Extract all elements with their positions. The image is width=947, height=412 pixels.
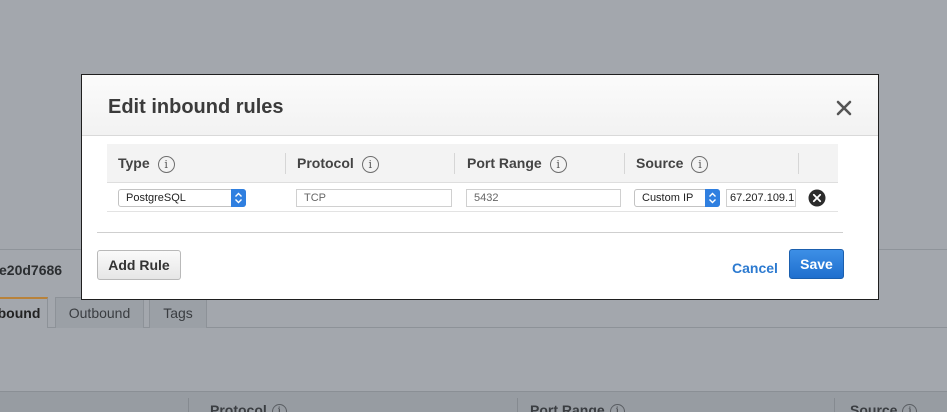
bg-column-source-label: Source xyxy=(850,402,898,412)
column-separator xyxy=(188,398,189,412)
info-icon[interactable]: i xyxy=(549,156,567,173)
info-icon[interactable]: i xyxy=(691,156,709,173)
tab-inbound[interactable]: bound xyxy=(0,297,48,328)
source-type-select[interactable]: Custom IP xyxy=(634,189,720,207)
background-tabs: bound Outbound Tags xyxy=(0,297,947,328)
column-protocol-label: Protocol xyxy=(297,155,354,171)
info-icon[interactable]: i xyxy=(609,404,625,412)
column-source: Source i xyxy=(636,144,709,183)
info-icon[interactable]: i xyxy=(361,156,379,173)
dialog-header: Edit inbound rules xyxy=(82,75,878,136)
column-separator xyxy=(624,153,625,174)
column-port-range-label: Port Range xyxy=(467,155,542,171)
column-port-range: Port Range i xyxy=(467,144,567,183)
security-group-id: e20d7686 xyxy=(0,262,63,278)
bg-column-protocol: Protocol i xyxy=(210,402,287,412)
bg-column-source: Source i xyxy=(850,402,918,412)
rules-table-header: Type i Protocol i Port Range i Source i xyxy=(107,144,838,183)
remove-rule-icon[interactable] xyxy=(808,189,826,207)
close-icon[interactable] xyxy=(832,96,856,120)
column-separator xyxy=(798,153,799,174)
bg-column-port-range: Port Range i xyxy=(530,402,625,412)
column-source-label: Source xyxy=(636,155,684,171)
edit-inbound-rules-dialog: Edit inbound rules Type i Protocol i Port … xyxy=(81,74,879,300)
tab-outbound[interactable]: Outbound xyxy=(55,297,144,328)
port-range-field[interactable]: 5432 xyxy=(466,189,621,207)
source-type-select-value: Custom IP xyxy=(642,192,694,204)
source-ip-field[interactable]: 67.207.109.1 xyxy=(726,189,796,207)
add-rule-button[interactable]: Add Rule xyxy=(97,250,181,280)
column-separator xyxy=(834,398,835,412)
bg-column-protocol-label: Protocol xyxy=(210,402,267,412)
column-type: Type i xyxy=(118,144,175,183)
type-select-value: PostgreSQL xyxy=(126,192,186,204)
info-icon[interactable]: i xyxy=(271,404,287,412)
column-separator xyxy=(454,153,455,174)
cancel-link[interactable]: Cancel xyxy=(732,260,778,276)
info-icon[interactable]: i xyxy=(902,404,918,412)
info-icon[interactable]: i xyxy=(157,156,175,173)
select-arrows-icon xyxy=(705,189,720,207)
rules-table: Type i Protocol i Port Range i Source i Post… xyxy=(107,144,838,212)
type-select[interactable]: PostgreSQL xyxy=(118,189,246,207)
footer-divider xyxy=(97,232,843,233)
tab-tags[interactable]: Tags xyxy=(149,297,207,328)
save-button[interactable]: Save xyxy=(789,249,844,279)
column-separator xyxy=(285,153,286,174)
column-protocol: Protocol i xyxy=(297,144,379,183)
table-row: PostgreSQL TCP 5432 Custom IP 67.207.109… xyxy=(107,183,838,212)
column-separator xyxy=(517,398,518,412)
select-arrows-icon xyxy=(231,189,246,207)
dialog-title: Edit inbound rules xyxy=(108,96,284,118)
background-table-header: Protocol i Port Range i Source i xyxy=(0,391,947,412)
bg-column-port-range-label: Port Range xyxy=(530,402,605,412)
column-type-label: Type xyxy=(118,155,150,171)
protocol-field[interactable]: TCP xyxy=(296,189,452,207)
